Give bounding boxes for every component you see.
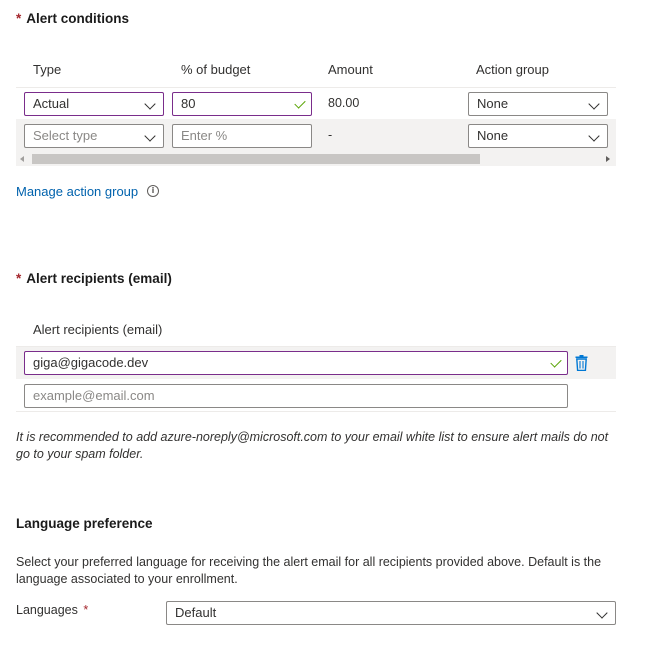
percent-value: 80: [181, 96, 196, 111]
email-placeholder: example@email.com: [33, 388, 155, 403]
type-dropdown-row2[interactable]: Select type: [24, 124, 164, 148]
column-header-type: Type: [33, 62, 62, 77]
whitelist-note: It is recommended to add azure-noreply@m…: [16, 430, 609, 461]
action-group-value: None: [477, 128, 509, 143]
languages-label: Languages *: [16, 603, 88, 617]
required-asterisk: *: [16, 271, 22, 286]
chevron-down-icon: [144, 98, 156, 110]
alert-recipients-label: Alert recipients (email): [26, 271, 172, 286]
percent-input-row2[interactable]: Enter %: [172, 124, 312, 148]
languages-label-text: Languages: [16, 603, 78, 617]
new-email-input[interactable]: example@email.com: [24, 384, 568, 408]
language-dropdown[interactable]: Default: [166, 601, 616, 625]
action-group-dropdown-row2[interactable]: None: [468, 124, 608, 148]
percent-input-row1[interactable]: 80: [172, 92, 312, 116]
table-header-divider: [16, 87, 616, 88]
required-asterisk: *: [16, 11, 22, 26]
column-header-recipients: Alert recipients (email): [33, 322, 163, 337]
column-header-percent: % of budget: [181, 62, 251, 77]
checkmark-icon: [294, 97, 306, 109]
scroll-right-icon[interactable]: [606, 156, 610, 162]
info-icon[interactable]: i: [147, 185, 159, 197]
percent-placeholder: Enter %: [181, 128, 228, 143]
column-header-amount: Amount: [328, 62, 373, 77]
email-value: giga@gigacode.dev: [33, 355, 149, 370]
amount-value-row2: -: [328, 128, 333, 142]
language-description: Select your preferred language for recei…: [16, 555, 602, 586]
scrollbar-thumb[interactable]: [32, 154, 480, 164]
alert-conditions-label: Alert conditions: [26, 11, 130, 26]
horizontal-scrollbar[interactable]: [16, 152, 616, 166]
manage-action-group-link[interactable]: Manage action group: [16, 184, 138, 199]
action-group-value: None: [477, 96, 509, 111]
type-placeholder: Select type: [33, 128, 98, 143]
type-value: Actual: [33, 96, 70, 111]
scroll-left-icon[interactable]: [20, 156, 24, 162]
action-group-dropdown-row1[interactable]: None: [468, 92, 608, 116]
checkmark-icon: [550, 356, 562, 368]
trash-icon[interactable]: [575, 355, 588, 371]
column-header-action-group: Action group: [476, 62, 549, 77]
required-asterisk: *: [83, 603, 89, 617]
email-input-1[interactable]: giga@gigacode.dev: [24, 351, 568, 375]
type-dropdown-row1[interactable]: Actual: [24, 92, 164, 116]
chevron-down-icon: [588, 98, 600, 110]
amount-value-row1: 80.00: [328, 96, 360, 110]
chevron-down-icon: [588, 130, 600, 142]
chevron-down-icon: [144, 130, 156, 142]
chevron-down-icon: [596, 607, 608, 619]
recipients-bottom-divider: [16, 411, 616, 412]
language-value: Default: [175, 605, 217, 620]
alert-conditions-title: * Alert conditions: [16, 11, 129, 26]
language-preference-title: Language preference: [16, 516, 153, 531]
alert-recipients-title: * Alert recipients (email): [16, 271, 172, 286]
